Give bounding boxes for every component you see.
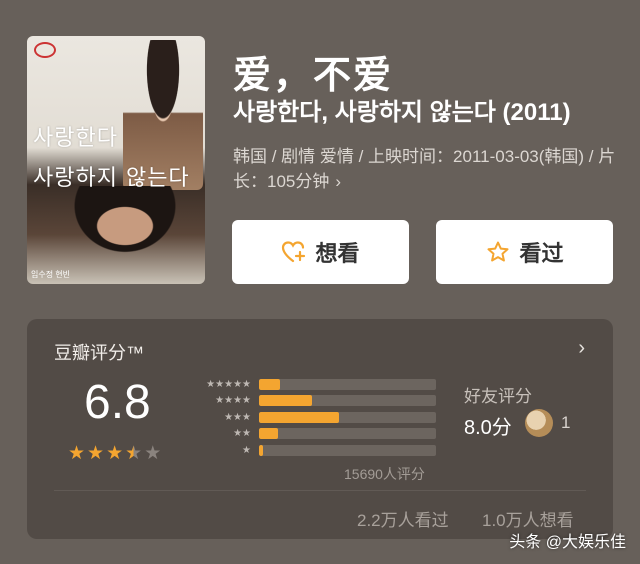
distribution-row: ★★★★ [187, 394, 436, 408]
distribution-stars-label: ★ [242, 444, 251, 456]
heart-plus-icon [282, 241, 306, 263]
distribution-bar-track [259, 428, 436, 439]
distribution-bar-track [259, 395, 436, 406]
friend-rating-score: 8.0分 [464, 417, 512, 439]
movie-poster[interactable]: 사랑한다 사랑하지 않는다 임수정 현빈 [27, 36, 205, 284]
distribution-bar-fill [259, 411, 339, 423]
rating-score: 6.8 [84, 376, 151, 429]
distribution-bar-fill [259, 378, 280, 390]
want-to-watch-label: 想看 [315, 241, 360, 266]
movie-title-korean: 사랑한다, 사랑하지 않는다 (2011) [233, 99, 571, 126]
movie-title-chinese: 爱，不爱 [233, 55, 394, 97]
watched-button[interactable]: 看过 [436, 220, 613, 284]
want-to-watch-button[interactable]: 想看 [232, 220, 409, 284]
rating-star-icon: ★ [87, 443, 105, 464]
rating-count[interactable]: 15690人评分 [344, 464, 425, 484]
distribution-bar-fill [259, 428, 278, 439]
watched-count[interactable]: 2.2万人看过 [357, 506, 449, 531]
poster-title-line2: 사랑하지 않는다 [33, 166, 190, 191]
rating-star-icon: ★ [68, 443, 86, 464]
distribution-bar-track [259, 411, 436, 423]
chevron-right-icon[interactable]: › [578, 337, 585, 360]
rating-card-title: 豆瓣评分™ [54, 343, 144, 363]
watched-label: 看过 [519, 241, 564, 266]
distribution-stars-label: ★★★ [224, 411, 251, 423]
poster-title-line1: 사랑한다 [33, 126, 118, 151]
distribution-stars-label: ★★★★★ [206, 378, 251, 390]
movie-meta-text: 韩国 / 剧情 爱情 / 上映时间：2011-03-03(韩国) / 片长：10… [233, 147, 616, 191]
distribution-stars-label: ★★★★ [215, 395, 251, 406]
rating-stars: ★ ★ ★ ★ ★ [68, 442, 161, 465]
douban-rating-card[interactable]: 豆瓣评分™ › 6.8 ★ ★ ★ ★ ★ ★★★★★ ★★★★ ★★★ ★★ ★ 15690人… [27, 319, 613, 539]
chevron-right-icon: › [335, 172, 342, 191]
distribution-bar-fill [259, 395, 312, 406]
rating-star-icon: ★ [125, 443, 143, 464]
distribution-row: ★ [187, 443, 436, 457]
rating-star-icon: ★ [144, 443, 162, 464]
friend-rating-count: 1 [561, 413, 571, 432]
poster-credit: 임수정 현빈 [31, 270, 71, 279]
star-outline-icon [487, 241, 509, 262]
distribution-row: ★★ [187, 427, 436, 441]
distribution-bar-fill [259, 444, 263, 456]
friend-avatar[interactable] [525, 409, 553, 437]
watermark: 头条 @大娱乐佳 [509, 534, 626, 551]
rating-star-icon: ★ [106, 443, 124, 464]
distribution-bar-track [259, 444, 436, 456]
festival-laurel-icon [34, 42, 56, 58]
distribution-row: ★★★ [187, 410, 436, 424]
movie-meta-info[interactable]: 韩国 / 剧情 爱情 / 上映时间：2011-03-03(韩国) / 片长：10… [233, 144, 618, 194]
friend-rating-label: 好友评分 [464, 387, 532, 406]
distribution-bar-track [259, 378, 436, 390]
distribution-stars-label: ★★ [233, 428, 251, 439]
distribution-row: ★★★★★ [187, 377, 436, 391]
card-divider [54, 490, 586, 491]
